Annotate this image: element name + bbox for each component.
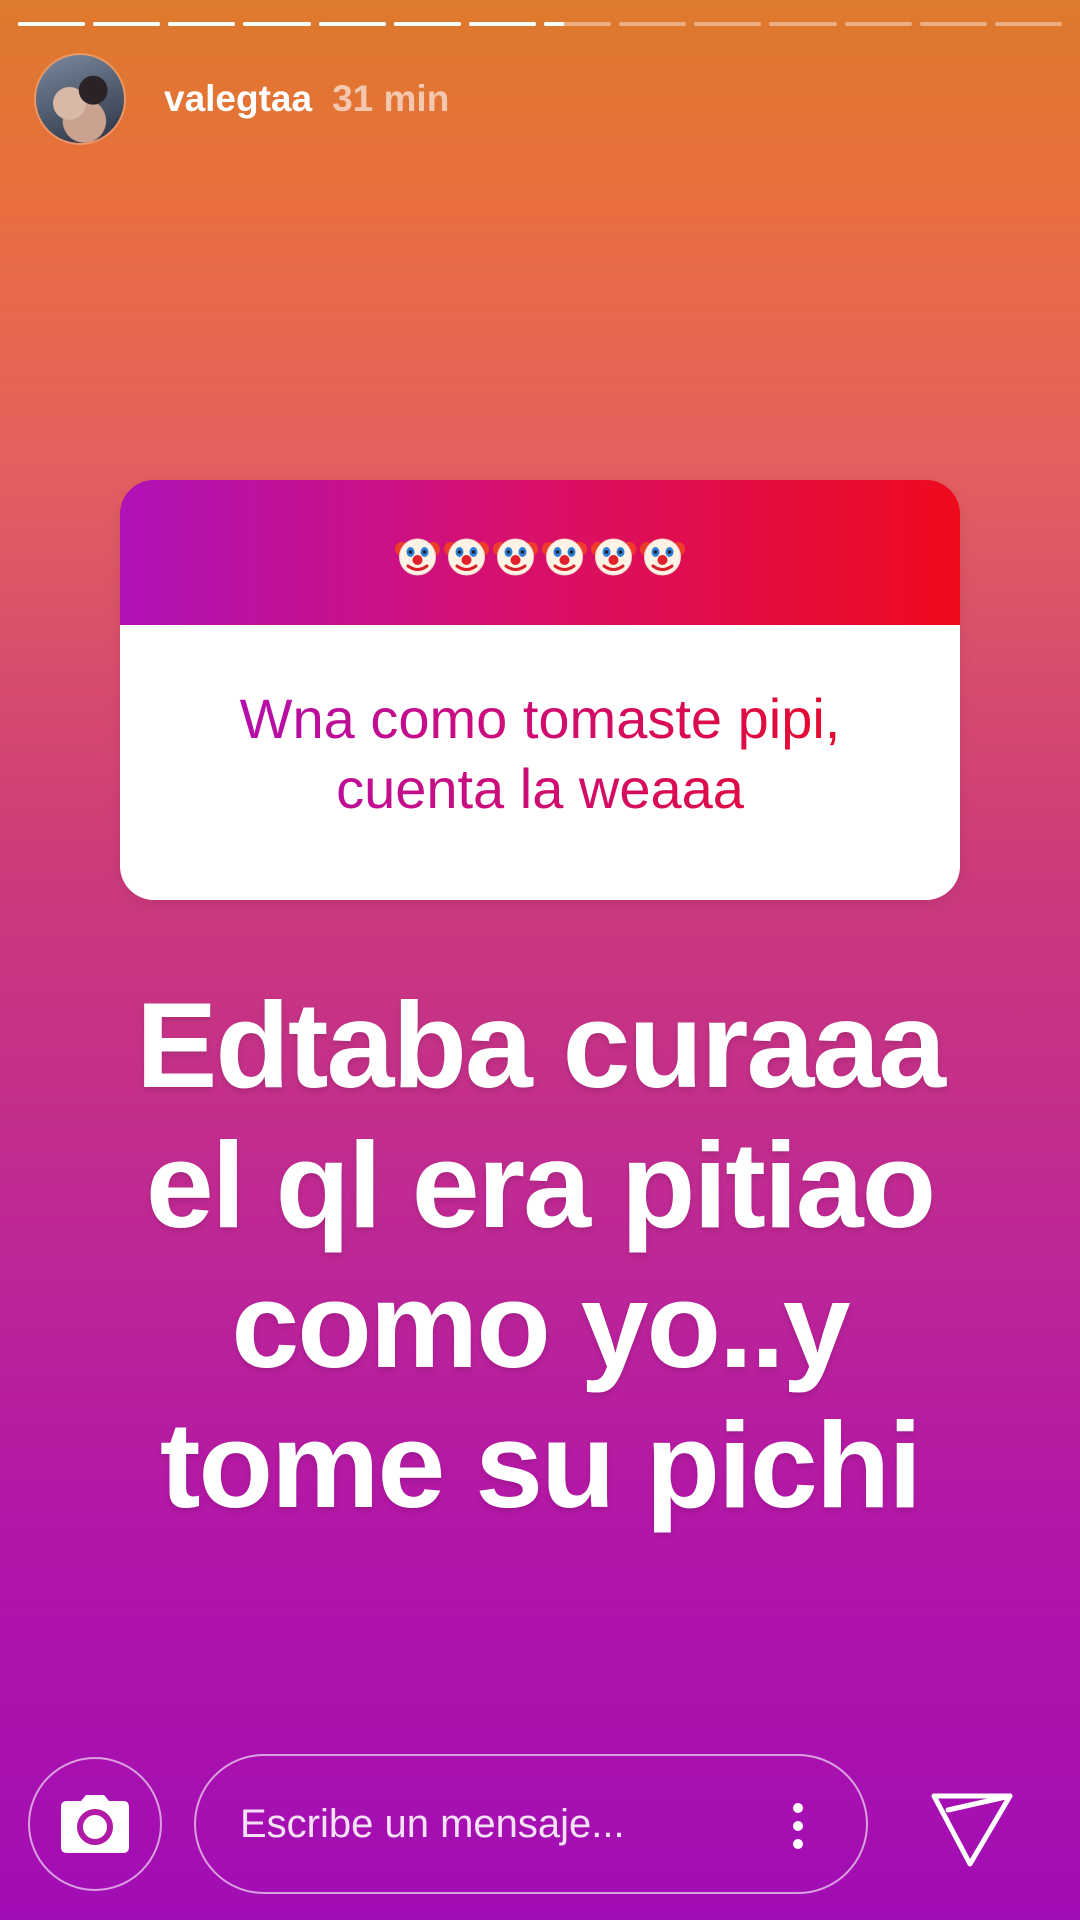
camera-button[interactable] [28, 1757, 162, 1891]
progress-segment [18, 22, 86, 26]
question-sticker: Wna como tomaste pipi, cuenta la weaaa [120, 480, 960, 900]
clown-face-emoji-icon [542, 533, 587, 578]
progress-segment [243, 22, 311, 26]
clown-face-emoji-icon [395, 533, 440, 578]
message-input[interactable]: Escribe un mensaje... [194, 1754, 868, 1894]
answer-text: Edtaba curaaa el ql era pitiao como yo..… [135, 977, 946, 1533]
story-progress-bar [18, 22, 1062, 27]
progress-segment [844, 22, 912, 26]
camera-icon [61, 1795, 129, 1853]
progress-segment [619, 22, 687, 26]
progress-segment [769, 22, 837, 26]
progress-segment [994, 22, 1062, 26]
progress-segment [543, 22, 612, 26]
more-vertical-icon[interactable] [790, 1802, 806, 1850]
progress-segment [919, 22, 987, 26]
question-sticker-body: Wna como tomaste pipi, cuenta la weaaa [120, 625, 960, 900]
post-time: 31 min [332, 78, 450, 119]
progress-segment [393, 22, 461, 26]
progress-segment [168, 22, 236, 26]
question-sticker-header [120, 480, 960, 625]
message-placeholder: Escribe un mensaje... [240, 1801, 625, 1846]
progress-segment [93, 22, 161, 26]
progress-segment [694, 22, 762, 26]
clown-face-emoji-icon [591, 533, 636, 578]
progress-segment [318, 22, 386, 26]
clown-face-emoji-icon [640, 533, 685, 578]
username[interactable]: valegtaa [164, 78, 312, 120]
story-header: valegtaa 31 min [36, 54, 449, 144]
emoji-row [395, 533, 685, 578]
progress-segment [468, 22, 536, 26]
send-icon[interactable] [930, 1786, 1014, 1870]
clown-face-emoji-icon [444, 533, 489, 578]
avatar[interactable] [36, 55, 124, 143]
question-text: Wna como tomaste pipi, cuenta la weaaa [190, 684, 890, 824]
clown-face-emoji-icon [493, 533, 538, 578]
